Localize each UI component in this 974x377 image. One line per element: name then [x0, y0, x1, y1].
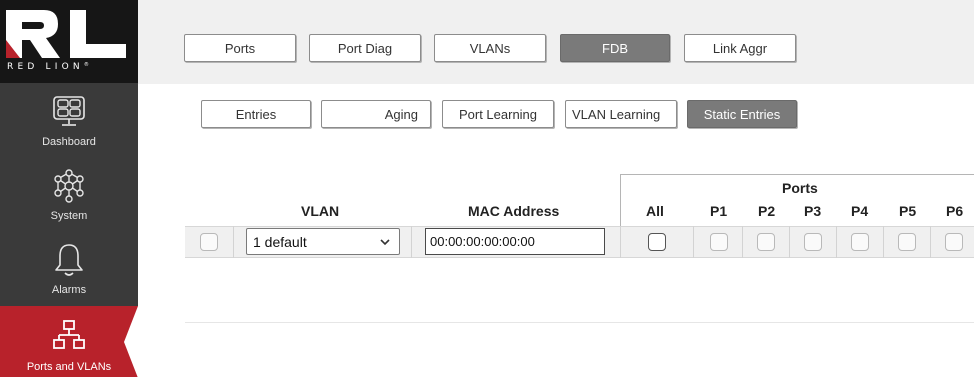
- sidebar-item-label: System: [50, 210, 88, 222]
- all-ports-checkbox[interactable]: [648, 233, 666, 251]
- sidebar-item-dashboard[interactable]: Dashboard: [0, 84, 138, 156]
- sidebar-item-system[interactable]: System: [0, 158, 138, 230]
- vlan-select[interactable]: 1 default: [246, 228, 400, 255]
- rl-logo-icon: [6, 10, 126, 58]
- tab-ports[interactable]: Ports: [184, 34, 296, 62]
- ports-group-header: Ports: [782, 180, 818, 196]
- tab-port-diag[interactable]: Port Diag: [309, 34, 421, 62]
- port-p1-checkbox[interactable]: [710, 233, 728, 251]
- sidebar-item-label: Dashboard: [42, 136, 96, 148]
- tab-vlans[interactable]: VLANs: [434, 34, 546, 62]
- cell-divider: [789, 226, 790, 258]
- port-p2-header: P2: [758, 203, 776, 219]
- red-lion-logo: RED LION®: [0, 0, 138, 83]
- mac-address-input[interactable]: 00:00:00:00:00:00: [425, 228, 605, 255]
- sidebar: RED LION® Dashboard System Alarms Ports …: [0, 0, 138, 377]
- port-p3-checkbox[interactable]: [804, 233, 822, 251]
- app-root: RED LION® Dashboard System Alarms Ports …: [0, 0, 974, 377]
- system-nodes-icon: [54, 169, 84, 203]
- cell-divider: [233, 226, 234, 258]
- network-icon: [53, 320, 85, 349]
- cell-divider: [742, 226, 743, 258]
- sidebar-item-ports-and-vlans[interactable]: Ports and VLANs: [0, 306, 138, 377]
- subtab-entries[interactable]: Entries: [201, 100, 311, 128]
- chevron-down-icon: [380, 239, 390, 246]
- port-p4-header: P4: [851, 203, 869, 219]
- port-p1-header: P1: [710, 203, 728, 219]
- table-bottom-divider: [185, 322, 974, 323]
- tab-fdb[interactable]: FDB: [560, 34, 670, 62]
- cell-divider: [693, 226, 694, 258]
- vlan-column-header: VLAN: [301, 203, 340, 219]
- subtab-static-entries[interactable]: Static Entries: [687, 100, 797, 128]
- port-p6-header: P6: [946, 203, 964, 219]
- sidebar-item-label: Ports and VLANs: [26, 361, 112, 373]
- sidebar-item-label: Alarms: [51, 284, 87, 296]
- ports-group-divider: [620, 174, 974, 175]
- subtab-aging[interactable]: Aging: [321, 100, 431, 128]
- port-p5-checkbox[interactable]: [898, 233, 916, 251]
- port-p4-checkbox[interactable]: [851, 233, 869, 251]
- bell-icon: [55, 244, 83, 276]
- subtab-vlan-learning[interactable]: VLAN Learning: [565, 100, 677, 128]
- cell-divider: [836, 226, 837, 258]
- port-p2-checkbox[interactable]: [757, 233, 775, 251]
- mac-address-column-header: MAC Address: [468, 203, 560, 219]
- subtab-port-learning[interactable]: Port Learning: [442, 100, 554, 128]
- cell-divider: [620, 226, 621, 258]
- tab-link-aggr[interactable]: Link Aggr: [684, 34, 796, 62]
- ports-group-tick: [620, 174, 621, 226]
- row-select-checkbox[interactable]: [200, 233, 218, 251]
- cell-divider: [930, 226, 931, 258]
- port-p5-header: P5: [899, 203, 917, 219]
- cell-divider: [883, 226, 884, 258]
- port-p6-checkbox[interactable]: [945, 233, 963, 251]
- sidebar-item-alarms[interactable]: Alarms: [0, 232, 138, 304]
- brand-name: RED LION®: [7, 62, 89, 72]
- all-column-header: All: [646, 203, 664, 219]
- dashboard-grid-icon: [53, 96, 85, 126]
- cell-divider: [411, 226, 412, 258]
- vlan-select-value: 1 default: [253, 233, 307, 250]
- port-p3-header: P3: [804, 203, 822, 219]
